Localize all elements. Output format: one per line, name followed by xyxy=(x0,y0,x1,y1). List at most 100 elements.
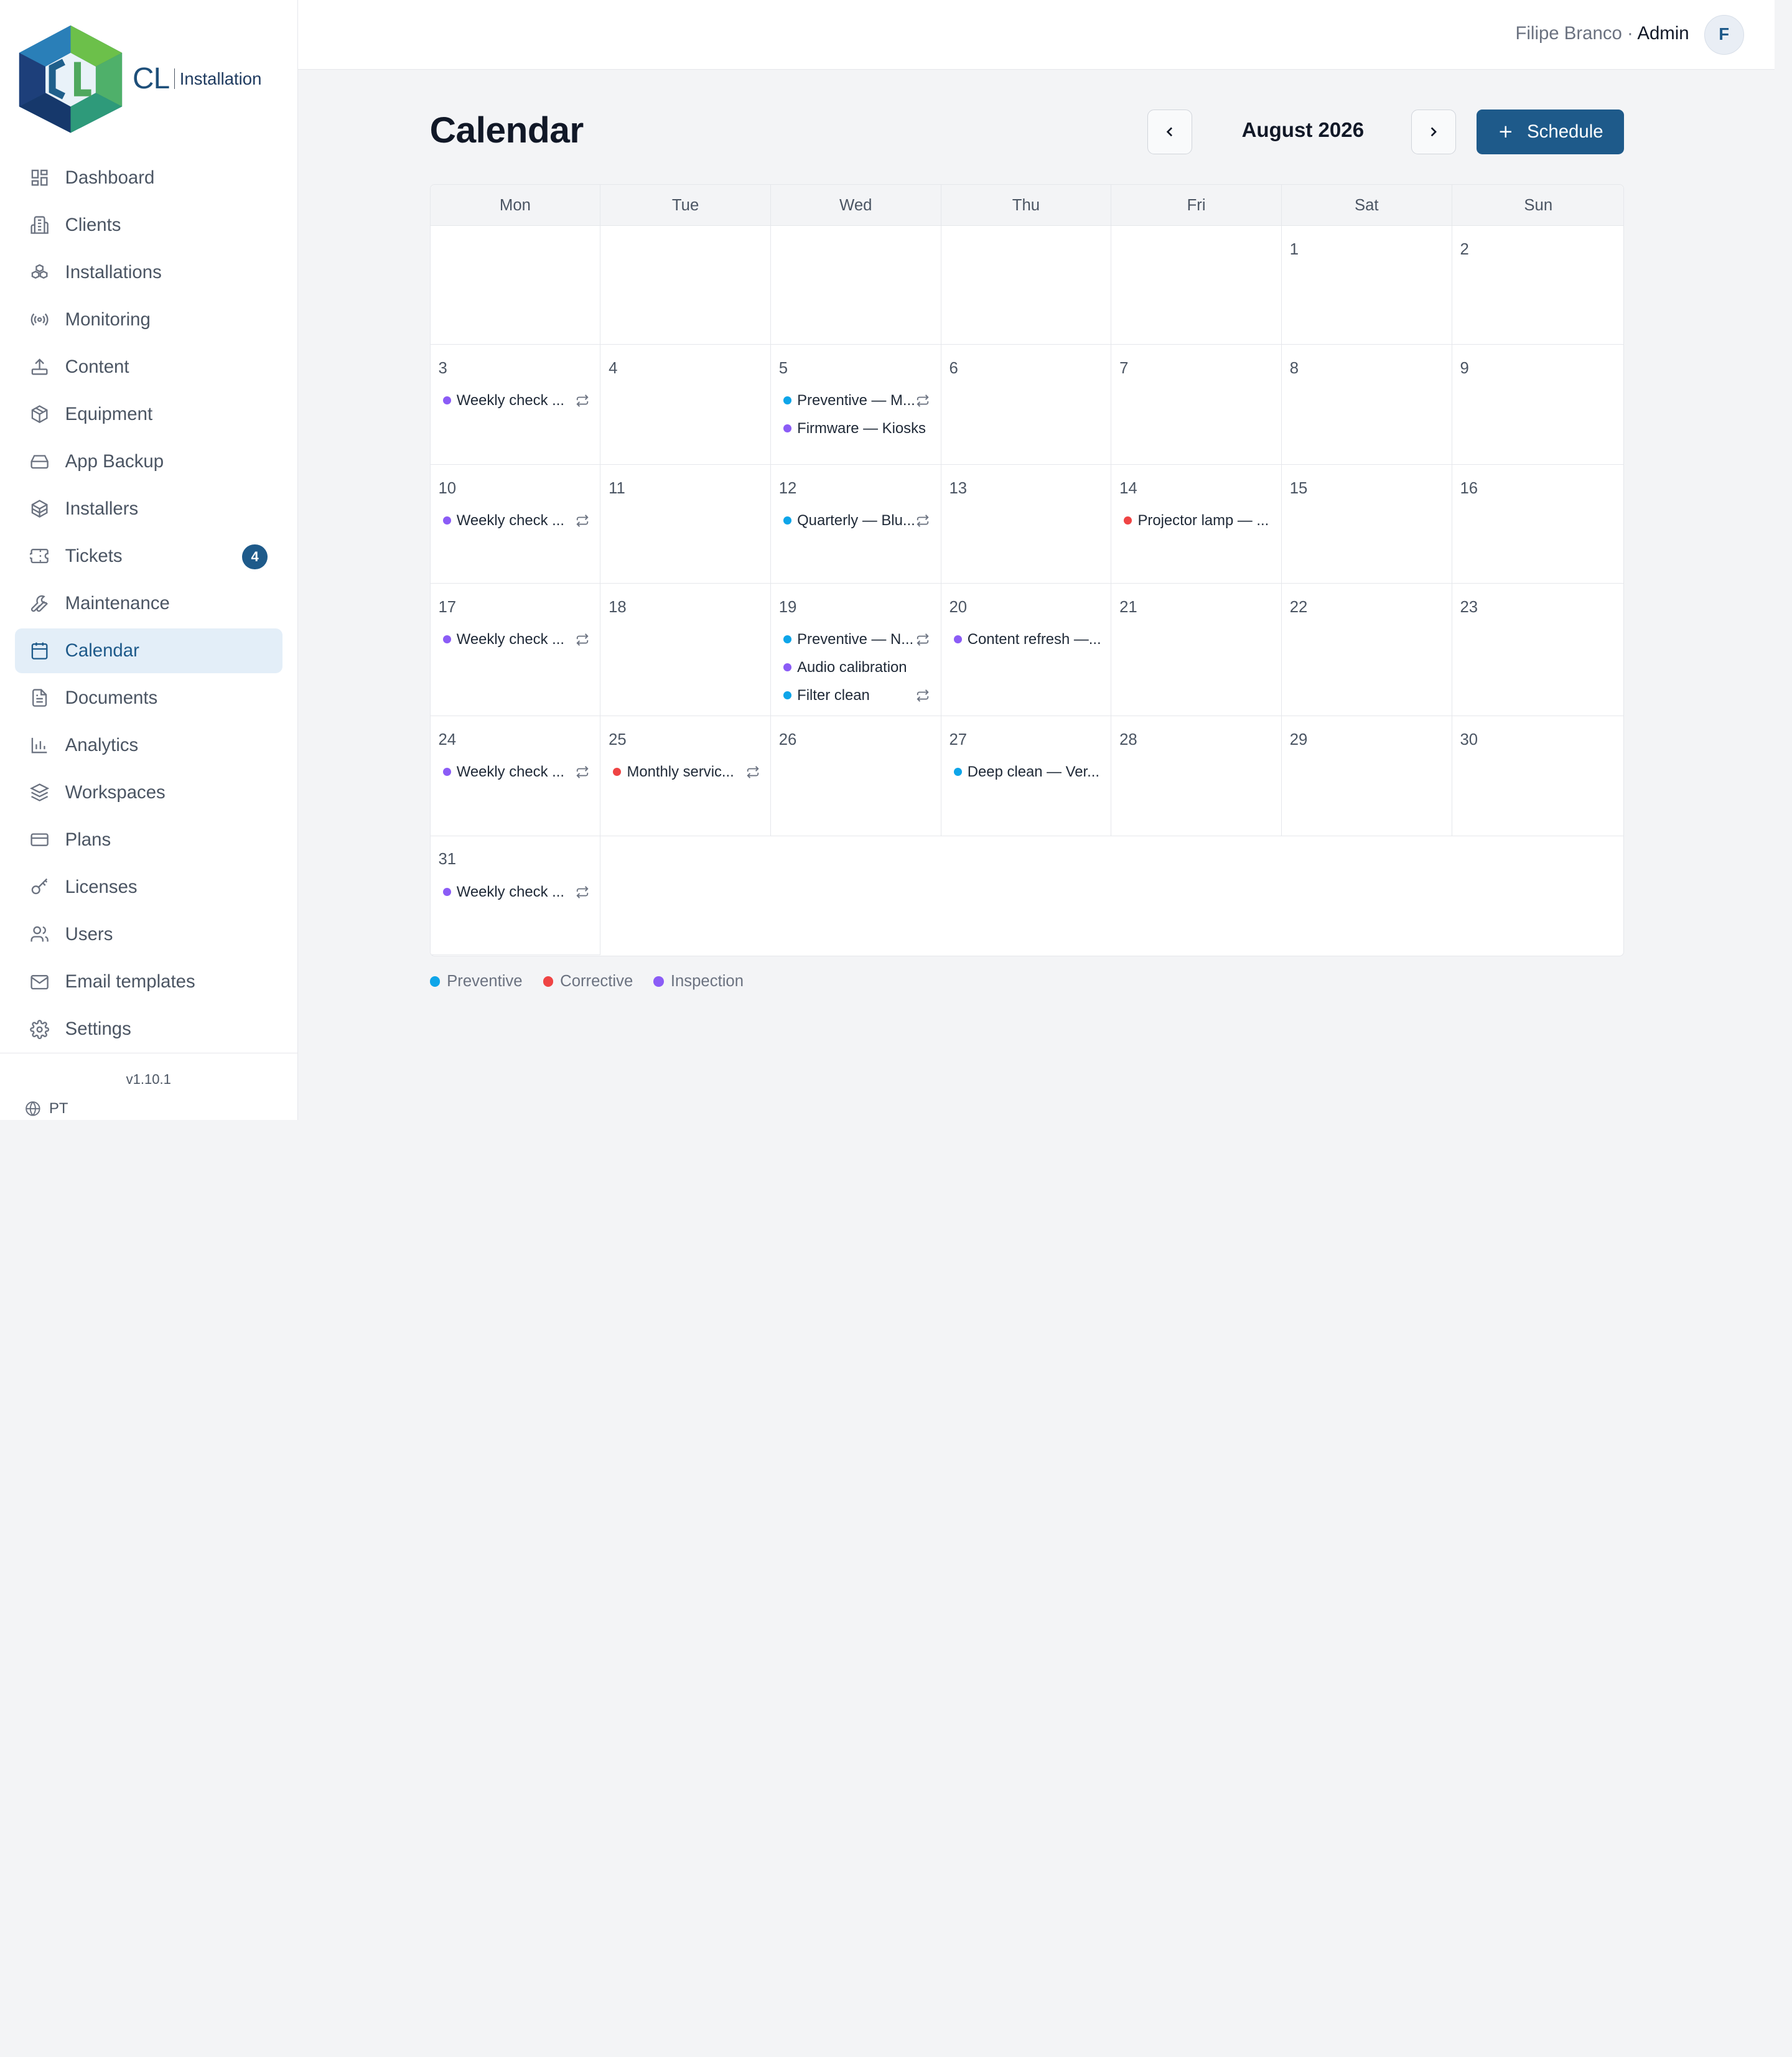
day-cell[interactable]: 13 xyxy=(941,464,1112,584)
day-cell[interactable]: 25 Monthly servic... xyxy=(600,716,771,836)
user-separator: · xyxy=(1622,22,1638,44)
event-type-legend: Preventive Corrective Inspection xyxy=(429,973,764,991)
day-cell[interactable]: 20 Content refresh —... xyxy=(941,583,1112,716)
day-cell[interactable]: 6 xyxy=(941,344,1112,465)
sidebar-item-analytics[interactable]: Analytics xyxy=(15,723,282,768)
sidebar-item-label: Clients xyxy=(65,214,121,235)
calendar-event[interactable]: Weekly check ... xyxy=(437,388,594,413)
day-cell[interactable]: 21 xyxy=(1111,583,1282,716)
calendar-event[interactable]: Projector lamp — ... xyxy=(1118,508,1275,533)
day-cell[interactable]: 10 Weekly check ... xyxy=(430,464,601,584)
day-cell[interactable]: 26 xyxy=(770,716,941,836)
sidebar-item-installations[interactable]: Installations xyxy=(15,250,282,295)
day-cell[interactable]: 7 xyxy=(1111,344,1282,465)
sidebar-item-plans[interactable]: Plans xyxy=(15,818,282,862)
sidebar-item-users[interactable]: Users xyxy=(15,912,282,957)
day-cell[interactable]: 19 Preventive — N... Audio calibration Filt… xyxy=(770,583,941,716)
day-cell[interactable]: 12 Quarterly — Blu... xyxy=(770,464,941,584)
day-cell[interactable]: 17 Weekly check ... xyxy=(430,583,601,716)
day-cell[interactable]: 27 Deep clean — Ver... xyxy=(941,716,1112,836)
calendar-event[interactable]: Weekly check ... xyxy=(437,508,594,533)
day-cell[interactable]: 9 xyxy=(1452,344,1623,465)
day-cell[interactable]: 30 xyxy=(1452,716,1623,836)
sidebar-item-email-templates[interactable]: Email templates xyxy=(15,959,282,1004)
calendar-event[interactable]: Content refresh —... xyxy=(948,627,1105,651)
day-cell[interactable]: 2 xyxy=(1452,225,1623,345)
sidebar-item-label: Content xyxy=(65,356,129,377)
schedule-button[interactable]: Schedule xyxy=(1477,110,1624,154)
sidebar-item-clients[interactable]: Clients xyxy=(15,203,282,248)
sidebar-item-label: Monitoring xyxy=(65,309,151,330)
language-switcher[interactable]: PT xyxy=(25,1100,68,1117)
weekday-header: Mon Tue Wed Thu Fri Sat Sun xyxy=(430,184,1623,226)
calendar-event[interactable]: Preventive — M... xyxy=(778,388,935,413)
sidebar-item-settings[interactable]: Settings xyxy=(15,1007,282,1052)
key-icon xyxy=(30,877,49,897)
sidebar-item-documents[interactable]: Documents xyxy=(15,676,282,721)
user-role: Admin xyxy=(1637,22,1689,44)
calendar-event[interactable]: Filter clean xyxy=(778,683,935,707)
empty-day-cell xyxy=(430,225,601,345)
day-number: 11 xyxy=(609,479,625,497)
layers-icon xyxy=(29,783,49,802)
calendar-event[interactable]: Weekly check ... xyxy=(437,760,594,785)
day-cell[interactable]: 24 Weekly check ... xyxy=(430,716,601,836)
sidebar-item-monitoring[interactable]: Monitoring xyxy=(15,297,282,342)
sidebar-item-app-backup[interactable]: App Backup xyxy=(15,439,282,484)
day-cell[interactable]: 31 Weekly check ... xyxy=(430,836,601,955)
sidebar-item-licenses[interactable]: Licenses xyxy=(15,865,282,910)
sidebar-item-installers[interactable]: Installers xyxy=(15,487,282,531)
day-number: 12 xyxy=(778,479,797,497)
day-number: 22 xyxy=(1289,598,1308,616)
day-cell[interactable]: 11 xyxy=(600,464,771,584)
event-type-dot xyxy=(442,635,451,644)
day-cell[interactable]: 29 xyxy=(1281,716,1452,836)
sidebar: CL Installation Dashboard Clients Instal… xyxy=(0,0,299,1120)
sidebar-item-maintenance[interactable]: Maintenance xyxy=(15,581,282,626)
calendar-event[interactable]: Preventive — N... xyxy=(778,627,935,651)
calendar-event[interactable]: Weekly check ... xyxy=(437,627,594,651)
calendar-event[interactable]: Audio calibration xyxy=(778,655,935,679)
brand-logo[interactable]: CL Installation xyxy=(18,24,281,134)
upload-icon xyxy=(30,357,49,376)
sidebar-item-label: Plans xyxy=(65,829,111,851)
sidebar-item-calendar[interactable]: Calendar xyxy=(14,628,282,673)
calendar-event[interactable]: Weekly check ... xyxy=(437,879,594,904)
day-cell[interactable]: 23 xyxy=(1452,583,1623,716)
sidebar-item-label: Calendar xyxy=(65,640,139,661)
sidebar-item-workspaces[interactable]: Workspaces xyxy=(15,770,282,815)
avatar[interactable]: F xyxy=(1704,14,1744,55)
wrench-icon xyxy=(30,594,49,613)
sidebar-item-equipment[interactable]: Equipment xyxy=(15,392,282,437)
day-cell[interactable]: 1 xyxy=(1281,225,1452,345)
user-info[interactable]: Filipe Branco · Admin xyxy=(1515,23,1689,44)
day-cell[interactable]: 28 xyxy=(1111,716,1282,836)
day-cell[interactable]: 3 Weekly check ... xyxy=(430,344,601,465)
sidebar-item-dashboard[interactable]: Dashboard xyxy=(15,156,282,200)
day-cell[interactable]: 14 Projector lamp — ... xyxy=(1111,464,1282,584)
legend-dot xyxy=(429,976,441,987)
day-number: 1 xyxy=(1289,240,1299,258)
next-month-button[interactable] xyxy=(1411,110,1456,154)
calendar-event[interactable]: Monthly servic... xyxy=(607,760,764,785)
calendar-event[interactable]: Quarterly — Blu... xyxy=(778,508,935,533)
calendar-event[interactable]: Firmware — Kiosks xyxy=(778,416,935,441)
sidebar-item-label: Installers xyxy=(65,498,139,519)
sidebar-item-label: Documents xyxy=(65,687,158,708)
empty-day-cell xyxy=(600,225,771,345)
sidebar-item-content[interactable]: Content xyxy=(15,345,282,389)
previous-month-button[interactable] xyxy=(1147,110,1192,154)
sidebar-item-tickets[interactable]: Tickets 4 xyxy=(15,534,282,579)
app-root: CL Installation Dashboard Clients Instal… xyxy=(0,0,1792,1120)
day-cell[interactable]: 22 xyxy=(1281,583,1452,716)
day-number: 26 xyxy=(778,730,797,749)
day-cell[interactable]: 4 xyxy=(600,344,771,465)
repeat-icon xyxy=(576,765,589,779)
day-cell[interactable]: 8 xyxy=(1281,344,1452,465)
day-cell[interactable]: 18 xyxy=(600,583,771,716)
day-cell[interactable]: 16 xyxy=(1452,464,1623,584)
event-type-dot xyxy=(783,691,791,700)
day-cell[interactable]: 5 Preventive — M... Firmware — Kiosks xyxy=(770,344,941,465)
day-cell[interactable]: 15 xyxy=(1281,464,1452,584)
calendar-event[interactable]: Deep clean — Ver... xyxy=(948,760,1105,785)
